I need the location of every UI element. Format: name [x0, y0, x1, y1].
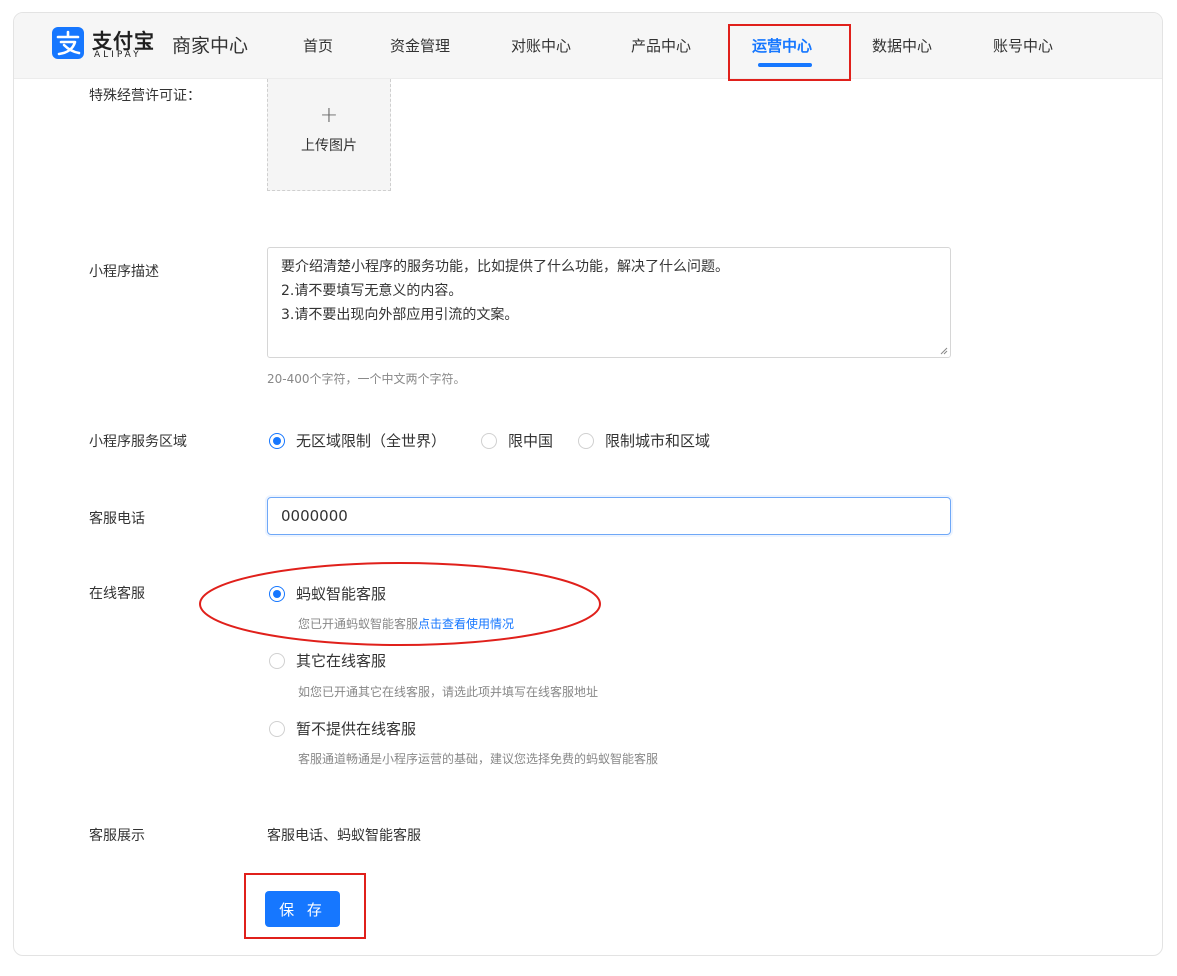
- license-label: 特殊经营许可证：: [89, 88, 201, 104]
- nav-fund-management[interactable]: 资金管理: [390, 35, 450, 56]
- region-option-city[interactable]: 限制城市和区域: [605, 430, 710, 451]
- app-window: 支付宝 ALIPAY 商家中心 首页 资金管理 对账中心 产品中心 运营中心 数…: [13, 12, 1163, 956]
- region-option-worldwide[interactable]: 无区域限制（全世界）: [296, 430, 446, 451]
- nav-reconciliation-center[interactable]: 对账中心: [511, 35, 571, 56]
- service-option-other[interactable]: 其它在线客服: [296, 650, 386, 671]
- top-nav-bar: 支付宝 ALIPAY 商家中心 首页 资金管理 对账中心 产品中心 运营中心 数…: [14, 13, 1162, 79]
- nav-home[interactable]: 首页: [303, 35, 333, 56]
- display-label: 客服展示: [89, 828, 145, 844]
- phone-input[interactable]: [267, 497, 951, 535]
- region-option-china[interactable]: 限中国: [508, 430, 553, 451]
- service-radio-other[interactable]: [269, 653, 285, 669]
- region-radio-china[interactable]: [481, 433, 497, 449]
- service-option-none[interactable]: 暂不提供在线客服: [296, 718, 416, 739]
- upload-image-label: 上传图片: [301, 138, 357, 154]
- resize-handle-icon[interactable]: [938, 345, 948, 355]
- merchant-center-title: 商家中心: [172, 35, 249, 57]
- service-none-desc: 客服通道畅通是小程序运营的基础，建议您选择免费的蚂蚁智能客服: [298, 752, 659, 766]
- plus-icon: +: [319, 103, 339, 128]
- description-textarea[interactable]: 要介绍清楚小程序的服务功能，比如提供了什么功能，解决了什么问题。 2.请不要填写…: [267, 247, 951, 358]
- service-other-desc: 如您已开通其它在线客服，请选此项并填写在线客服地址: [298, 685, 599, 699]
- upload-image-button[interactable]: + 上传图片: [267, 79, 391, 191]
- nav-account-center[interactable]: 账号中心: [993, 35, 1053, 56]
- annotation-ellipse: [199, 562, 601, 646]
- alipay-logo-icon: [52, 27, 84, 59]
- description-line: 3.请不要出现向外部应用引流的文案。: [281, 307, 519, 323]
- region-radio-city[interactable]: [578, 433, 594, 449]
- description-line: 2.请不要填写无意义的内容。: [281, 283, 463, 299]
- display-value: 客服电话、蚂蚁智能客服: [267, 828, 421, 844]
- save-highlight-box: [244, 873, 366, 939]
- service-radio-none[interactable]: [269, 721, 285, 737]
- description-label: 小程序描述: [89, 264, 159, 280]
- nav-data-center[interactable]: 数据中心: [872, 35, 932, 56]
- region-radio-worldwide[interactable]: [269, 433, 285, 449]
- phone-label: 客服电话: [89, 511, 145, 527]
- description-line: 要介绍清楚小程序的服务功能，比如提供了什么功能，解决了什么问题。: [281, 259, 729, 275]
- region-label: 小程序服务区域: [89, 434, 187, 450]
- nav-highlight-box: [728, 24, 851, 81]
- nav-product-center[interactable]: 产品中心: [631, 35, 691, 56]
- brand-name-en: ALIPAY: [94, 50, 142, 60]
- online-service-label: 在线客服: [89, 586, 145, 602]
- description-hint: 20-400个字符，一个中文两个字符。: [267, 372, 466, 386]
